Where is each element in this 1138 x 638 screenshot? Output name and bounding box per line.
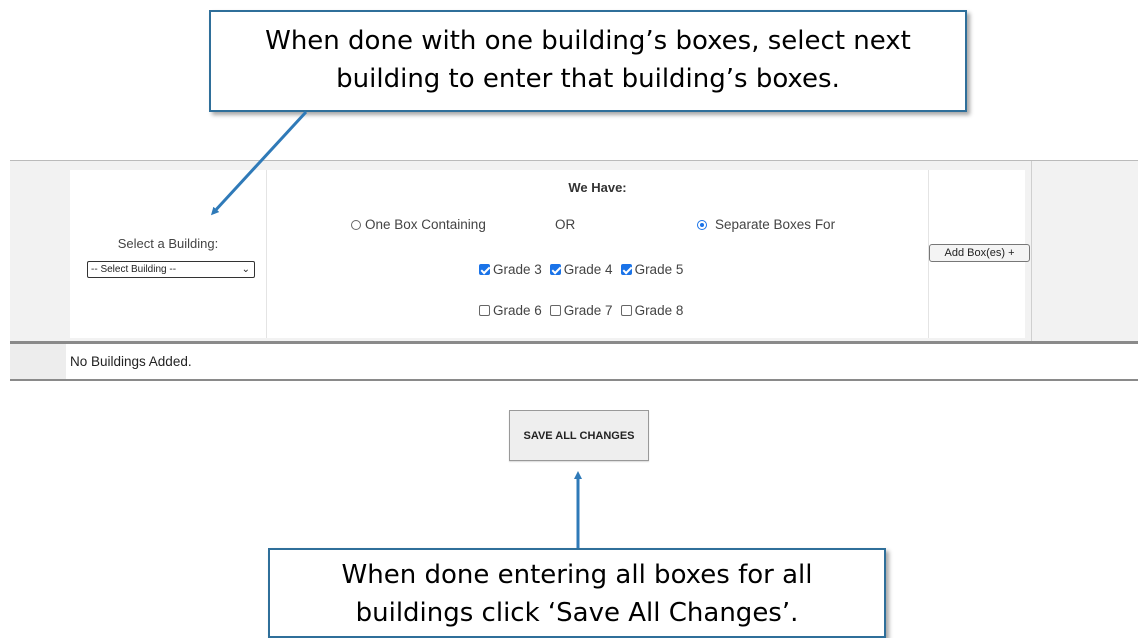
- checkbox-label: Grade 5: [634, 262, 684, 277]
- or-label: OR: [555, 217, 576, 232]
- radio-button-selected-icon[interactable]: [697, 219, 707, 230]
- radio-button-icon[interactable]: [351, 219, 361, 230]
- column-divider: [1031, 161, 1032, 341]
- checkbox-grade-3[interactable]: Grade 3: [479, 262, 542, 277]
- grade-checkbox-row: Grade 3 Grade 4 Grade 5: [479, 262, 691, 277]
- checkbox-icon[interactable]: [479, 305, 490, 316]
- radio-separate-boxes[interactable]: Separate Boxes For: [697, 217, 835, 232]
- callout-text: buildings click ‘Save All Changes’.: [355, 598, 799, 628]
- save-all-changes-button[interactable]: SAVE ALL CHANGES: [509, 410, 649, 461]
- callout-text: building to enter that building’s boxes.: [336, 64, 840, 94]
- checkbox-grade-4[interactable]: Grade 4: [549, 262, 613, 277]
- building-select-value: -- Select Building --: [91, 264, 177, 275]
- checkbox-checked-icon[interactable]: [549, 264, 561, 275]
- checkbox-grade-5[interactable]: Grade 5: [620, 262, 684, 277]
- callout-text: When done entering all boxes for all: [341, 560, 813, 590]
- checkbox-label: Grade 7: [563, 303, 613, 318]
- callout-select-next-building: When done with one building’s boxes, sel…: [209, 10, 967, 112]
- chevron-down-icon: ⌄: [241, 264, 250, 275]
- callout-text: When done with one building’s boxes, sel…: [265, 26, 911, 56]
- row-divider: [10, 379, 1138, 381]
- radio-label: One Box Containing: [365, 217, 486, 232]
- building-label: Select a Building:: [117, 236, 219, 251]
- add-boxes-button[interactable]: Add Box(es) +: [929, 244, 1030, 262]
- checkbox-label: Grade 3: [493, 262, 542, 277]
- checkbox-icon[interactable]: [620, 305, 632, 316]
- radio-label: Separate Boxes For: [715, 217, 836, 232]
- checkbox-grade-7[interactable]: Grade 7: [549, 303, 613, 318]
- checkbox-label: Grade 4: [563, 262, 613, 277]
- callout-save-all-changes: When done entering all boxes for all bui…: [268, 548, 886, 638]
- column-divider: [266, 170, 267, 338]
- row-gutter: [10, 344, 66, 380]
- radio-one-box[interactable]: One Box Containing: [351, 217, 486, 232]
- checkbox-grade-6[interactable]: Grade 6: [479, 303, 542, 318]
- grade-checkbox-row: Grade 6 Grade 7 Grade 8: [479, 303, 691, 318]
- building-select[interactable]: -- Select Building -- ⌄: [87, 261, 255, 278]
- checkbox-icon[interactable]: [549, 305, 561, 316]
- checkbox-grade-8[interactable]: Grade 8: [620, 303, 684, 318]
- checkbox-checked-icon[interactable]: [479, 264, 490, 275]
- checkbox-checked-icon[interactable]: [620, 264, 632, 275]
- checkbox-label: Grade 6: [493, 303, 542, 318]
- checkbox-label: Grade 8: [634, 303, 684, 318]
- we-have-heading: We Have:: [568, 180, 627, 195]
- no-buildings-message: No Buildings Added.: [70, 354, 192, 369]
